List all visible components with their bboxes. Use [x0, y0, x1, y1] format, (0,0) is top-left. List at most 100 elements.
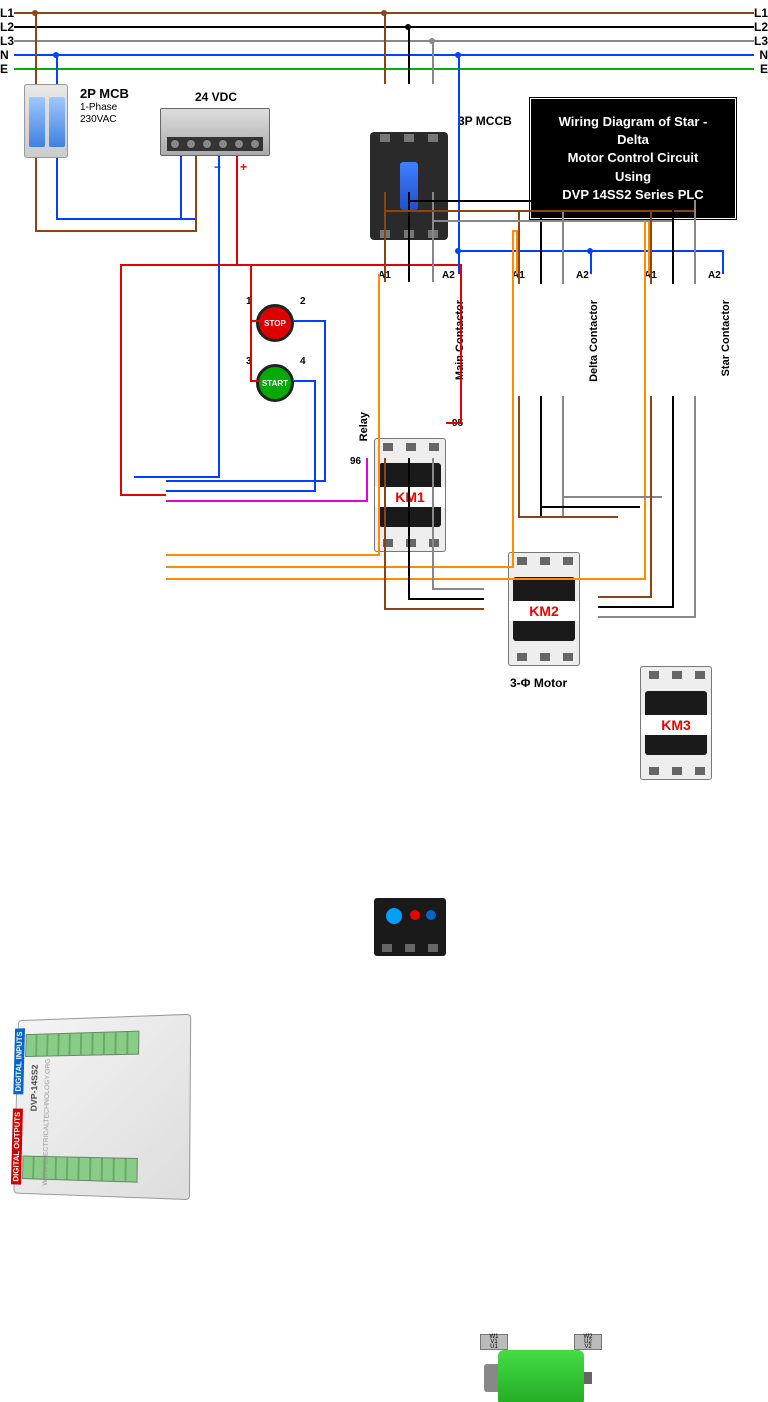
- wire-power-bus-l2: [408, 200, 694, 202]
- wire-mccb-out-l2: [408, 192, 410, 282]
- label-e-left: E: [0, 62, 8, 76]
- km1-t3: [429, 443, 439, 451]
- wire-power-bus-l3: [432, 220, 672, 222]
- junction-coil-bus2: [587, 248, 593, 254]
- wire-mccb-l2: [408, 26, 410, 84]
- wire-coil-n-km3: [722, 250, 724, 274]
- wire-psu-n-up: [180, 156, 182, 220]
- psu-terminals: [167, 137, 263, 151]
- km2-t3: [563, 557, 573, 565]
- overload-name: Relay: [358, 412, 370, 441]
- label-l2-left: L2: [0, 20, 14, 34]
- wire-w1-h: [432, 588, 484, 590]
- label-n-left: N: [0, 48, 9, 62]
- km3-label: KM3: [641, 715, 711, 735]
- motor-3phase: W1 V1 U1 W2 U2 V2: [498, 1350, 584, 1402]
- wire-dc-neg: [218, 156, 220, 476]
- plc-inputs-label: DIGITAL INPUTS: [13, 1028, 25, 1094]
- wire-ol95: [446, 422, 460, 424]
- wire-start-to-plc: [314, 380, 316, 490]
- mcb-name: 2P MCB: [80, 86, 129, 101]
- junction-mccb-l1: [381, 10, 387, 16]
- wire-mcb-out-n: [56, 158, 58, 218]
- wire-km2-link2: [540, 506, 640, 508]
- km3-a2: A2: [708, 270, 721, 281]
- km3-t3: [695, 671, 705, 679]
- wire-dc-pos-plc-in: [120, 494, 166, 496]
- km2-t1: [517, 557, 527, 565]
- mccb-t-in3: [428, 134, 438, 142]
- mccb-name: 3P MCCB: [458, 114, 512, 128]
- wire-mcb-in-n: [56, 54, 58, 84]
- km2-t2: [540, 557, 550, 565]
- wire-mccb-out-l3: [432, 192, 434, 282]
- label-l2-right: L2: [754, 20, 768, 34]
- wire-ol95-feed: [460, 264, 462, 424]
- wire-km3-a1-v: [644, 220, 646, 580]
- wire-ol-w1: [432, 458, 434, 588]
- wire-ol-u1: [384, 458, 386, 608]
- wire-plc-y1: [166, 566, 514, 568]
- ol-b3: [428, 944, 438, 952]
- km3-b3: [695, 767, 705, 775]
- plc-output-strip: [22, 1156, 138, 1183]
- psu-pos: +: [240, 160, 247, 174]
- psu-t2: [187, 140, 195, 148]
- wire-u1-h: [384, 608, 484, 610]
- km3-b2: [672, 767, 682, 775]
- wire-dc-pos-to-plc: [120, 264, 122, 494]
- wire-mccb-l1: [384, 12, 386, 84]
- ol-b1: [382, 944, 392, 952]
- stop-button: STOP: [256, 304, 294, 342]
- stop-label: STOP: [264, 319, 286, 328]
- motor-terms-left: W1 V1 U1: [480, 1334, 508, 1350]
- wire-v2-h: [598, 616, 696, 618]
- stop-t2: 2: [300, 296, 306, 307]
- wire-km3-out2: [672, 396, 674, 606]
- overload-relay: [374, 898, 446, 956]
- wire-km3-in2: [672, 200, 674, 284]
- psu-t1: [171, 140, 179, 148]
- label-n-right: N: [759, 48, 768, 62]
- km3-role: Star Contactor: [720, 300, 732, 376]
- km2-label: KM2: [509, 601, 579, 621]
- overload-reset: [410, 910, 420, 920]
- junction-mcb-l1: [32, 10, 38, 16]
- title-line2: Motor Control Circuit Using: [549, 149, 717, 185]
- label-l3-right: L3: [754, 34, 768, 48]
- wire-dc-pos-1: [236, 156, 238, 264]
- km1-t2: [406, 443, 416, 451]
- junction-mccb-l3: [429, 38, 435, 44]
- km2-b3: [563, 653, 573, 661]
- label-l1-right: L1: [754, 6, 768, 20]
- junction-mccb-l2: [405, 24, 411, 30]
- wire-stop-to-plc: [324, 320, 326, 480]
- wire-km1-a1: [378, 274, 380, 556]
- km1-t1: [383, 443, 393, 451]
- wire-km2-link3: [562, 496, 662, 498]
- junction-coil-n1: [455, 52, 461, 58]
- junction-mcb-n: [53, 52, 59, 58]
- start-button: START: [256, 364, 294, 402]
- wire-km3-in3: [694, 200, 696, 284]
- start-t4: 4: [300, 356, 306, 367]
- wire-mccb-l3: [432, 40, 434, 84]
- wire-km2-out3: [562, 396, 564, 516]
- wire-stop-out: [294, 320, 324, 322]
- km1-b3: [429, 539, 439, 547]
- wire-km3-out3: [694, 396, 696, 616]
- wire-ol96-v: [366, 458, 368, 502]
- wire-mccb-out-l1: [384, 192, 386, 282]
- wire-plc-y2: [166, 578, 646, 580]
- contactor-km2: KM2: [508, 552, 580, 666]
- wire-u2-h: [598, 606, 674, 608]
- wire-start-out: [294, 380, 314, 382]
- overload-test: [426, 910, 436, 920]
- contactor-km3: KM3: [640, 666, 712, 780]
- wire-km2-link1: [518, 516, 618, 518]
- wire-km2-a1-v: [512, 230, 514, 568]
- plc-dvp14ss2: DIGITAL INPUTS DIGITAL OUTPUTS DVP-14SS2…: [13, 1014, 191, 1200]
- wire-psu-n: [56, 218, 196, 220]
- wire-km2-out2: [540, 396, 542, 516]
- wire-mcb-in-l1: [35, 12, 37, 84]
